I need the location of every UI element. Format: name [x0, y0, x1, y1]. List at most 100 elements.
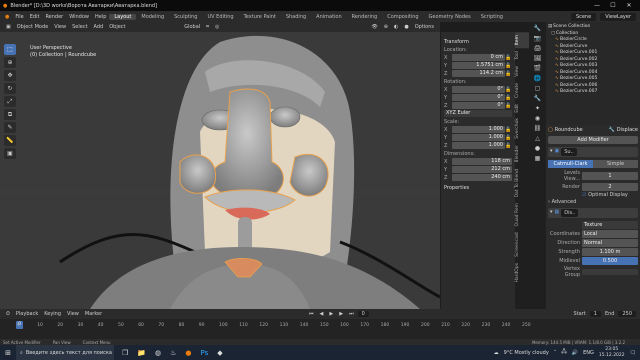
object-mode-dropdown[interactable]: Object Mode [14, 24, 52, 30]
jump-start-icon[interactable]: ⏮ [306, 311, 317, 317]
data-props-icon[interactable]: △ [535, 135, 540, 142]
world-props-icon[interactable]: 🌐 [534, 75, 541, 82]
jump-end-icon[interactable]: ⏭ [346, 311, 357, 317]
simple-button[interactable]: Simple [593, 160, 638, 168]
constraints-props-icon[interactable]: ⛓ [534, 125, 542, 132]
options-dropdown[interactable]: Options [412, 24, 437, 30]
timeline-editor-icon[interactable]: ⏱ [3, 311, 13, 317]
menu-timeline-view[interactable]: View [64, 311, 82, 317]
start-frame-field[interactable]: 1 [589, 311, 601, 317]
scale-z-field[interactable]: 1.000 [452, 142, 505, 149]
shading-solid-icon[interactable]: ● [401, 24, 411, 30]
sidebar-tab-quad-rem[interactable]: Quad Rem [515, 200, 529, 230]
3d-viewport[interactable]: User Perspective (0) Collection | Roundc… [0, 32, 440, 309]
checkbox-icon[interactable]: ☑ [582, 192, 586, 198]
select-box-tool-icon[interactable]: ⬚ [4, 44, 16, 55]
lock-icon[interactable]: 🔓 [505, 87, 512, 93]
catmull-clark-button[interactable]: Catmull-Clark [548, 160, 593, 168]
workspace-tab-scripting[interactable]: Scripting [476, 14, 508, 20]
annotate-tool-icon[interactable]: ✎ [4, 122, 16, 133]
direction-dropdown[interactable]: Normal [582, 239, 638, 247]
lock-icon[interactable]: 🔓 [505, 55, 512, 61]
scene-selector[interactable]: Scene [570, 12, 597, 21]
vertex-group-field[interactable] [582, 269, 638, 275]
volume-icon[interactable]: 🔊 [572, 350, 578, 356]
render-levels-field[interactable]: 2 [582, 183, 638, 191]
workspace-tab-modeling[interactable]: Modeling [136, 14, 169, 20]
snap-icon[interactable]: ⌗ [203, 24, 212, 30]
sidebar-tab-screencast[interactable]: Screencast [515, 229, 529, 260]
scale-tool-icon[interactable]: ⤢ [4, 96, 16, 107]
workspace-tab-animation[interactable]: Animation [311, 14, 347, 20]
sidebar-tab-hardops[interactable]: HardOps [515, 260, 529, 286]
photoshop-icon[interactable]: Ps [201, 349, 209, 357]
language-indicator[interactable]: ENG [583, 350, 594, 356]
transform-orientation-dropdown[interactable]: Global [181, 24, 203, 30]
close-button[interactable]: ✕ [621, 2, 637, 9]
dimension-z-field[interactable]: 240 cm [452, 174, 512, 181]
lock-icon[interactable]: 🔓 [505, 127, 512, 133]
collapse-icon[interactable]: › [548, 199, 550, 205]
coordinates-dropdown[interactable]: Local [582, 230, 638, 238]
particles-props-icon[interactable]: ✦ [535, 105, 540, 112]
end-frame-field[interactable]: 250 [618, 311, 637, 317]
next-key-icon[interactable]: ▶ [336, 311, 346, 317]
transform-header[interactable]: Transform [444, 39, 512, 45]
subsurf-name-field[interactable]: Su.. [561, 148, 577, 156]
levels-viewport-field[interactable]: 1 [582, 172, 638, 180]
menu-render[interactable]: Render [42, 14, 66, 20]
workspace-tab-uv-editing[interactable]: UV Editing [202, 14, 238, 20]
sidebar-tab-tool[interactable]: Tool [515, 48, 529, 63]
lock-icon[interactable]: 🔓 [505, 63, 512, 69]
rotation-x-field[interactable]: 0° [452, 86, 505, 93]
output-props-icon[interactable]: 🖨 [534, 45, 542, 52]
properties-header[interactable]: Properties [444, 185, 512, 191]
blender-menu-icon[interactable]: ● [2, 14, 12, 20]
add-modifier-button[interactable]: Add Modifier [548, 136, 638, 144]
visibility-icon[interactable]: 👁 [368, 24, 380, 30]
expand-icon[interactable]: ▾ [550, 148, 553, 156]
subsurf-modifier-header[interactable]: ▾ ▣ Su.. [548, 147, 638, 157]
midlevel-field[interactable]: 0.500 [582, 257, 638, 265]
sidebar-tab-edit[interactable]: Edit [515, 101, 529, 116]
workspace-tab-geometry-nodes[interactable]: Geometry Nodes [424, 14, 476, 20]
workspace-tab-layout[interactable]: Layout [109, 13, 137, 20]
menu-marker[interactable]: Marker [82, 311, 105, 317]
workspace-tab-sculpting[interactable]: Sculpting [169, 14, 202, 20]
displace-modifier-header[interactable]: ▾ ▦ Dis.. [548, 208, 638, 218]
strength-field[interactable]: 1.100 m [582, 248, 638, 256]
weather-text[interactable]: 9°C Mostly cloudy [504, 350, 549, 356]
timeline-ruler[interactable]: 0 0 10 20 30 40 50 60 70 80 90 100 110 120 130 140 150 1… [0, 319, 640, 339]
optimal-display-row[interactable]: ☑ Optimal Display [548, 192, 638, 198]
rotation-mode-dropdown[interactable]: XYZ Euler [444, 110, 512, 117]
windows-start-icon[interactable]: ⊞ [0, 349, 16, 357]
lock-icon[interactable]: 🔓 [505, 135, 512, 141]
scale-x-field[interactable]: 1.000 [452, 126, 505, 133]
editor-type-icon[interactable]: ▣ [3, 24, 14, 30]
sidebar-tab-view[interactable]: View [515, 63, 529, 80]
menu-help[interactable]: Help [92, 14, 109, 20]
gizmo-icon[interactable]: ⊕ [381, 24, 391, 30]
menu-file[interactable]: File [12, 14, 26, 20]
object-props-icon[interactable]: ▢ [535, 85, 541, 92]
menu-edit[interactable]: Edit [27, 14, 43, 20]
scale-y-field[interactable]: 1.000 [452, 134, 505, 141]
expand-icon[interactable]: ▾ [550, 209, 553, 217]
sidebar-tab-item[interactable]: Item [515, 32, 529, 49]
transform-tool-icon[interactable]: ⧉ [4, 109, 16, 120]
add-cube-tool-icon[interactable]: ▣ [4, 148, 16, 159]
modifier-props-icon[interactable]: 🔧 [534, 95, 541, 102]
advanced-row[interactable]: › Advanced [548, 199, 638, 205]
sidebar-tab-dat-to-blend[interactable]: Dat To Blend [515, 166, 529, 200]
weather-icon[interactable]: ☁ [494, 350, 499, 356]
network-icon[interactable]: 🖧 [561, 349, 567, 357]
workspace-tab-rendering[interactable]: Rendering [347, 14, 383, 20]
rotation-y-field[interactable]: 0° [452, 94, 505, 101]
minimize-button[interactable]: — [589, 2, 605, 9]
lock-icon[interactable]: 🔓 [505, 71, 512, 77]
menu-playback[interactable]: Playback [13, 311, 41, 317]
view-layer-props-icon[interactable]: 🖼 [534, 55, 542, 62]
sidebar-tab-blender[interactable]: Blender [515, 142, 529, 165]
workspace-tab-compositing[interactable]: Compositing [382, 14, 423, 20]
dimension-y-field[interactable]: 212 cm [452, 166, 512, 173]
